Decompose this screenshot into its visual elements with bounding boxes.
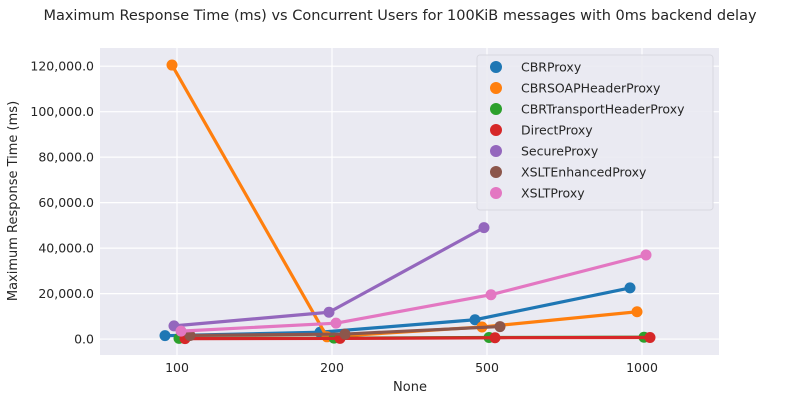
data-point xyxy=(159,330,171,342)
data-point xyxy=(631,306,643,318)
y-tick-label: 120,000.0 xyxy=(30,59,94,74)
x-tick-label: 200 xyxy=(320,360,344,375)
legend-label: XSLTEnhancedProxy xyxy=(521,165,647,180)
data-point xyxy=(644,331,656,343)
legend-label: SecureProxy xyxy=(521,144,599,159)
data-point xyxy=(489,332,501,344)
legend-marker xyxy=(490,166,502,178)
legend: CBRProxy CBRSOAPHeaderProxy CBRTransportHe… xyxy=(476,54,714,211)
legend-marker xyxy=(490,124,502,136)
y-axis-ticks: 0.0 20,000.0 40,000.0 60,000.0 80,000.0 100,0… xyxy=(30,59,94,347)
data-point xyxy=(175,325,187,337)
x-tick-label: 500 xyxy=(475,360,499,375)
chart: Maximum Response Time (ms) vs Concurrent… xyxy=(6,8,757,395)
legend-label: CBRProxy xyxy=(521,60,582,75)
x-tick-label: 100 xyxy=(165,360,189,375)
series-line xyxy=(183,335,652,341)
data-point xyxy=(330,317,342,329)
data-point xyxy=(166,59,178,71)
data-point xyxy=(323,306,335,318)
data-point xyxy=(478,222,490,234)
y-tick-label: 0.0 xyxy=(74,332,94,347)
x-axis-ticks: 100 200 500 1000 xyxy=(165,360,658,375)
legend-marker xyxy=(490,61,502,73)
y-tick-label: 60,000.0 xyxy=(38,195,94,210)
x-tick-label: 1000 xyxy=(626,360,658,375)
chart-title: Maximum Response Time (ms) vs Concurrent… xyxy=(43,8,756,24)
y-tick-label: 80,000.0 xyxy=(38,150,94,165)
y-tick-label: 40,000.0 xyxy=(38,241,94,256)
legend-marker xyxy=(490,82,502,94)
data-point xyxy=(485,289,497,301)
legend-label: DirectProxy xyxy=(521,123,593,138)
data-point xyxy=(339,328,351,340)
y-tick-label: 100,000.0 xyxy=(30,104,94,119)
legend-marker xyxy=(490,145,502,157)
legend-box xyxy=(476,54,714,211)
data-point xyxy=(494,321,506,333)
legend-label: CBRSOAPHeaderProxy xyxy=(521,81,661,96)
legend-label: XSLTProxy xyxy=(521,186,585,201)
legend-label: CBRTransportHeaderProxy xyxy=(521,102,685,117)
x-axis-label: None xyxy=(393,380,427,395)
data-point xyxy=(640,249,652,261)
y-axis-label: Maximum Response Time (ms) xyxy=(6,101,21,301)
data-point xyxy=(624,282,636,294)
legend-marker xyxy=(490,187,502,199)
y-tick-label: 20,000.0 xyxy=(38,286,94,301)
legend-marker xyxy=(490,103,502,115)
